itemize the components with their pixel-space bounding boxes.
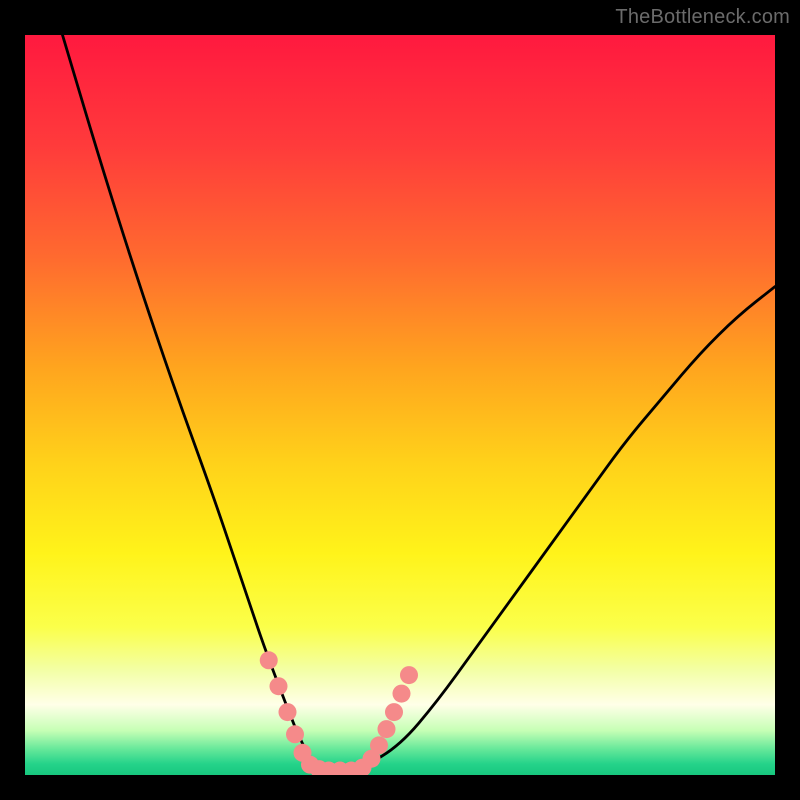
- plot-svg: [25, 35, 775, 775]
- chart-frame: TheBottleneck.com: [0, 0, 800, 800]
- valley-marker: [370, 736, 388, 754]
- watermark-text: TheBottleneck.com: [615, 6, 790, 29]
- valley-marker: [279, 703, 297, 721]
- valley-marker: [286, 725, 304, 743]
- plot-area: [25, 35, 775, 775]
- plot-background: [25, 35, 775, 775]
- valley-marker: [393, 685, 411, 703]
- valley-marker: [400, 666, 418, 684]
- valley-marker: [260, 651, 278, 669]
- valley-marker: [270, 677, 288, 695]
- valley-marker: [378, 720, 396, 738]
- valley-marker: [385, 703, 403, 721]
